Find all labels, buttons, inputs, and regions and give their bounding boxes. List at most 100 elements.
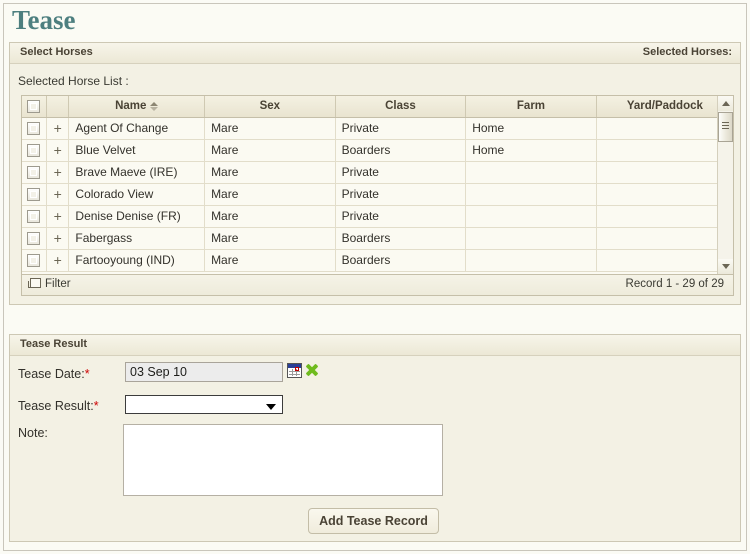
table-row[interactable]: + Fartooyoung (IND) Mare Boarders — [22, 249, 733, 272]
column-header-yard-paddock[interactable]: Yard/Paddock — [596, 96, 733, 118]
row-select-cell[interactable] — [22, 227, 47, 250]
clear-date-icon[interactable] — [305, 363, 319, 377]
cell-sex: Mare — [204, 139, 336, 162]
chevron-down-icon — [266, 404, 276, 410]
filter-icon — [28, 278, 41, 288]
add-tease-record-button[interactable]: Add Tease Record — [308, 508, 439, 534]
cell-class: Boarders — [335, 139, 467, 162]
table-row[interactable]: + Agent Of Change Mare Private Home — [22, 117, 733, 140]
cell-class: Boarders — [335, 249, 467, 272]
scroll-down-button[interactable] — [718, 259, 733, 274]
cell-sex: Mare — [204, 227, 336, 250]
cell-yard — [596, 249, 733, 272]
row-select-cell[interactable] — [22, 139, 47, 162]
grid-vertical-scrollbar[interactable] — [717, 96, 733, 274]
filter-label: Filter — [45, 278, 71, 290]
tease-date-label: Tease Date:* — [18, 367, 90, 381]
row-checkbox[interactable] — [27, 144, 41, 158]
cell-name: Agent Of Change — [68, 117, 206, 140]
cell-sex: Mare — [204, 117, 336, 140]
selected-horse-list-label: Selected Horse List : — [18, 74, 129, 88]
required-marker: * — [84, 367, 90, 381]
cell-sex: Mare — [204, 249, 336, 272]
cell-farm — [465, 249, 597, 272]
cell-class: Private — [335, 205, 467, 228]
tease-result-select[interactable] — [125, 395, 283, 414]
cell-name: Denise Denise (FR) — [68, 205, 206, 228]
cell-sex: Mare — [204, 183, 336, 206]
cell-class: Private — [335, 161, 467, 184]
column-header-sex[interactable]: Sex — [204, 96, 336, 118]
cell-class: Boarders — [335, 227, 467, 250]
grip-icon — [722, 122, 729, 131]
table-row[interactable]: + Blue Velvet Mare Boarders Home — [22, 139, 733, 162]
row-expand-cell[interactable]: + — [46, 205, 70, 228]
filter-button[interactable]: Filter — [28, 278, 71, 290]
row-checkbox[interactable] — [27, 210, 41, 224]
scrollbar-thumb[interactable] — [718, 112, 733, 142]
select-horses-panel-header: Select Horses Selected Horses: — [10, 43, 740, 64]
row-expand-cell[interactable]: + — [46, 183, 70, 206]
row-expand-cell[interactable]: + — [46, 161, 70, 184]
row-checkbox[interactable] — [27, 166, 41, 180]
cell-name: Brave Maeve (IRE) — [68, 161, 206, 184]
row-checkbox[interactable] — [27, 232, 41, 246]
chevron-down-icon — [722, 264, 730, 269]
sort-indicator-icon[interactable] — [150, 101, 159, 111]
cell-farm — [465, 161, 597, 184]
row-select-cell[interactable] — [22, 249, 47, 272]
table-row[interactable]: + Fabergass Mare Boarders — [22, 227, 733, 250]
table-row[interactable]: + Colorado View Mare Private — [22, 183, 733, 206]
row-expand-cell[interactable]: + — [46, 249, 70, 272]
row-expand-cell[interactable]: + — [46, 117, 70, 140]
row-select-cell[interactable] — [22, 205, 47, 228]
tease-result-panel-header: Tease Result — [10, 335, 740, 356]
row-expand-cell[interactable]: + — [46, 227, 70, 250]
cell-class: Private — [335, 183, 467, 206]
row-select-cell[interactable] — [22, 183, 47, 206]
cell-farm — [465, 227, 597, 250]
calendar-icon[interactable] — [287, 363, 302, 378]
select-all-header[interactable] — [22, 96, 47, 118]
row-checkbox[interactable] — [27, 188, 41, 202]
row-expand-cell[interactable]: + — [46, 139, 70, 162]
select-horses-title: Select Horses — [20, 46, 93, 58]
grid-body: + Agent Of Change Mare Private Home + Bl… — [22, 117, 733, 272]
table-row[interactable]: + Brave Maeve (IRE) Mare Private — [22, 161, 733, 184]
cell-name: Fartooyoung (IND) — [68, 249, 206, 272]
cell-class: Private — [335, 117, 467, 140]
cell-yard — [596, 205, 733, 228]
page-title: Tease — [12, 5, 76, 35]
horse-grid-table: Name Sex Class Farm Yard/Paddock + Agent… — [22, 96, 733, 272]
cell-farm: Home — [465, 117, 597, 140]
cell-name: Colorado View — [68, 183, 206, 206]
note-label: Note: — [18, 426, 48, 440]
grid-footer: Filter Record 1 - 29 of 29 — [21, 275, 734, 296]
tease-result-label: Tease Result:* — [18, 399, 99, 413]
row-select-cell[interactable] — [22, 117, 47, 140]
column-header-class[interactable]: Class — [335, 96, 467, 118]
column-header-name[interactable]: Name — [68, 96, 206, 118]
cell-yard — [596, 227, 733, 250]
cell-yard — [596, 117, 733, 140]
grid-header-row: Name Sex Class Farm Yard/Paddock — [22, 96, 733, 118]
note-textarea[interactable] — [123, 424, 443, 496]
row-checkbox[interactable] — [27, 122, 41, 136]
tease-date-label-text: Tease Date: — [18, 367, 85, 381]
cell-farm — [465, 205, 597, 228]
page-root: Tease Select Horses Selected Horses: Sel… — [0, 0, 750, 554]
required-marker: * — [93, 399, 99, 413]
cell-farm — [465, 183, 597, 206]
row-checkbox[interactable] — [27, 254, 41, 268]
table-row[interactable]: + Denise Denise (FR) Mare Private — [22, 205, 733, 228]
cell-farm: Home — [465, 139, 597, 162]
expand-column-header — [46, 96, 70, 118]
tease-result-label-text: Tease Result: — [18, 399, 94, 413]
select-all-checkbox[interactable] — [27, 99, 41, 113]
column-header-farm[interactable]: Farm — [465, 96, 597, 118]
cell-sex: Mare — [204, 205, 336, 228]
scroll-up-button[interactable] — [718, 96, 733, 111]
selected-horses-label: Selected Horses: — [642, 46, 732, 58]
row-select-cell[interactable] — [22, 161, 47, 184]
tease-date-input[interactable] — [125, 362, 283, 382]
